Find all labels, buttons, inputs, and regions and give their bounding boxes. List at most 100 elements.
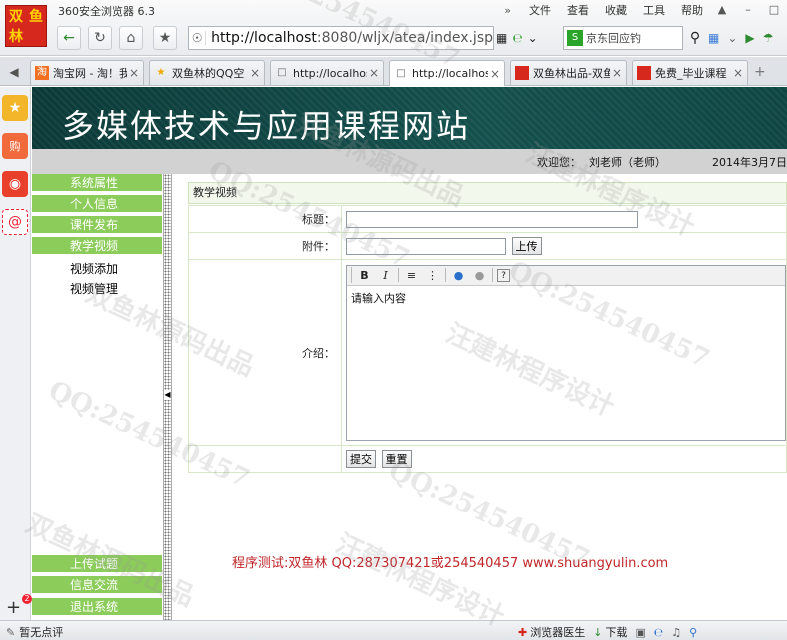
back-button[interactable]: ← — [57, 26, 81, 50]
link-icon[interactable]: ● — [450, 267, 467, 284]
zoom-icon[interactable]: ⚲ — [689, 626, 697, 639]
nav-teaching-video[interactable]: 教学视频 — [32, 237, 162, 255]
tab-close-icon[interactable]: × — [610, 66, 624, 80]
nav-system-properties[interactable]: 系统属性 — [32, 174, 162, 192]
nav-logout[interactable]: 退出系统 — [32, 598, 162, 616]
search-box[interactable]: S 京东回应钓 — [563, 26, 683, 50]
back-arrow-icon: ← — [63, 30, 75, 46]
menu-favorites[interactable]: 收藏 — [605, 2, 627, 18]
tab-label: 淘宝网 - 淘！我 — [53, 67, 127, 80]
browser-doctor[interactable]: 浏览器医生 — [530, 624, 585, 640]
collapse-arrow-icon[interactable]: ◀ — [164, 390, 171, 400]
new-tab-icon[interactable]: + — [754, 64, 766, 80]
qrcode-icon[interactable]: ▦ — [496, 31, 507, 45]
status-bar: ✎ 暂无点评 ✚ 浏览器医生 ↓ 下载 ▣ ℮ ♫ ⚲ — [0, 620, 787, 640]
site-icon — [637, 66, 651, 80]
menu-help[interactable]: 帮助 — [681, 2, 703, 18]
address-text[interactable]: http://localhost:8080/wljx/atea/index.js… — [206, 30, 493, 46]
menu-more-icon[interactable]: » — [504, 4, 511, 17]
refresh-button[interactable]: ↻ — [88, 26, 112, 50]
tab-close-icon[interactable]: × — [127, 66, 141, 80]
tab-close-icon[interactable]: × — [731, 66, 745, 80]
tab-taobao[interactable]: 淘 淘宝网 - 淘！我 × — [30, 60, 144, 85]
address-dropdown-icon[interactable]: ⌄ — [528, 31, 538, 45]
toolbar-separator — [445, 268, 446, 282]
tab-free-course[interactable]: 免费_毕业课程 × — [632, 60, 748, 85]
shopping-icon[interactable]: 购 — [2, 133, 28, 159]
welcome-user: 刘老师（老师） — [589, 156, 666, 169]
tab-localhost-1[interactable]: □ http://localhos × — [270, 60, 384, 85]
video-form: 标题： 附件： 上传 介绍： B I ≡ ⋮ ● ● ? 请输入内容 提交 重置 — [188, 205, 787, 473]
nav-courseware-publish[interactable]: 课件发布 — [32, 216, 162, 234]
page-icon: □ — [277, 67, 287, 78]
site-title: 多媒体技术与应用课程网站 — [62, 107, 471, 145]
ordered-list-icon[interactable]: ≡ — [403, 267, 420, 284]
current-date: 2014年3月7日 — [712, 156, 787, 169]
tab-scroll-left-icon[interactable]: ◀ — [3, 62, 25, 82]
browser-titlebar: 双 鱼 林 360安全浏览器 6.3 » 文件 查看 收藏 工具 帮助 ▲ – … — [0, 0, 787, 56]
upload-button[interactable]: 上传 — [511, 237, 542, 255]
nav-upload-questions[interactable]: 上传试题 — [32, 555, 162, 573]
ie-icon[interactable]: ℮ — [654, 626, 663, 639]
editor-body[interactable]: 请输入内容 — [347, 286, 785, 310]
browser-sidebar: ★ 购 ◉ @ + 2 — [0, 87, 32, 621]
bold-icon[interactable]: B — [356, 267, 373, 284]
tab-label: http://localhos — [412, 67, 488, 80]
menu-view[interactable]: 查看 — [567, 2, 589, 18]
menu-file[interactable]: 文件 — [529, 2, 551, 18]
favorite-button[interactable]: ★ — [153, 26, 177, 50]
nav-video-add[interactable]: 视频添加 — [70, 260, 118, 277]
tab-close-icon[interactable]: × — [488, 67, 502, 81]
status-comment[interactable]: 暂无点评 — [19, 624, 63, 640]
address-tools: ▦ ℮ ⌄ — [496, 26, 543, 50]
sidebar-add-icon[interactable]: + — [6, 597, 21, 618]
address-bar[interactable]: ☉ http://localhost:8080/wljx/atea/index.… — [188, 26, 494, 50]
weibo-icon[interactable]: ◉ — [2, 171, 28, 197]
rich-text-editor[interactable]: B I ≡ ⋮ ● ● ? 请输入内容 — [346, 264, 786, 441]
menu-tools[interactable]: 工具 — [643, 2, 665, 18]
title-input[interactable] — [346, 210, 638, 228]
guard-shield-icon[interactable]: ☂ — [763, 31, 774, 45]
nav-personal-info[interactable]: 个人信息 — [32, 195, 162, 213]
logo-char: 林 — [9, 29, 23, 45]
minimize-icon[interactable]: – — [741, 4, 755, 16]
tab-close-icon[interactable]: × — [248, 66, 262, 80]
help-icon[interactable]: ? — [497, 268, 510, 282]
skin-icon[interactable]: ▲ — [715, 4, 729, 16]
nav-message-exchange[interactable]: 信息交流 — [32, 576, 162, 594]
tab-qq-space[interactable]: ★ 双鱼林的QQ空 × — [149, 60, 265, 85]
security-shield-icon[interactable]: ☉ — [189, 31, 207, 45]
tab-bar: ◀ 淘 淘宝网 - 淘！我 × ★ 双鱼林的QQ空 × □ http://loc… — [0, 57, 787, 86]
footer-note: 程序测试:双鱼林 QQ:287307421或254540457 www.shua… — [232, 556, 669, 571]
tab-label: 双鱼林出品-双鱼 — [533, 67, 610, 80]
favorites-star-icon[interactable]: ★ — [2, 95, 28, 121]
search-engine-icon[interactable]: S — [567, 30, 583, 46]
reset-button[interactable]: 重置 — [381, 450, 412, 468]
camera-icon[interactable]: ▣ — [635, 626, 645, 639]
tab-shuangyulin[interactable]: 双鱼林出品-双鱼 × — [510, 60, 627, 85]
home-button[interactable]: ⌂ — [119, 26, 143, 50]
volume-icon[interactable]: ♫ — [671, 626, 681, 639]
search-text[interactable]: 京东回应钓 — [586, 30, 641, 46]
tab-close-icon[interactable]: × — [367, 66, 381, 80]
submit-button[interactable]: 提交 — [346, 450, 376, 468]
unordered-list-icon[interactable]: ⋮ — [424, 267, 441, 284]
media-play-icon[interactable]: ▶ — [745, 31, 754, 45]
ie-mode-icon[interactable]: ℮ — [512, 31, 522, 45]
star-icon: ★ — [158, 30, 172, 46]
unlink-icon[interactable]: ● — [471, 267, 488, 284]
apps-grid-icon[interactable]: ▦ — [708, 31, 719, 45]
address-path: :8080/wljx/atea/index.jsp — [316, 30, 493, 46]
email-icon[interactable]: @ — [2, 209, 28, 235]
downloads[interactable]: 下载 — [605, 624, 627, 640]
italic-icon[interactable]: I — [377, 267, 394, 284]
attachment-input[interactable] — [346, 237, 506, 255]
tab-localhost-active[interactable]: □ http://localhos × — [389, 60, 505, 86]
attachment-label: 附件： — [188, 232, 342, 260]
tab-label: 双鱼林的QQ空 — [172, 67, 245, 80]
nav-video-manage[interactable]: 视频管理 — [70, 280, 118, 297]
maximize-icon[interactable]: □ — [767, 4, 781, 16]
sidebar-badge: 2 — [22, 594, 32, 604]
apps-dropdown-icon[interactable]: ⌄ — [727, 31, 737, 45]
status-right: ✚ 浏览器医生 ↓ 下载 ▣ ℮ ♫ ⚲ — [518, 624, 705, 640]
